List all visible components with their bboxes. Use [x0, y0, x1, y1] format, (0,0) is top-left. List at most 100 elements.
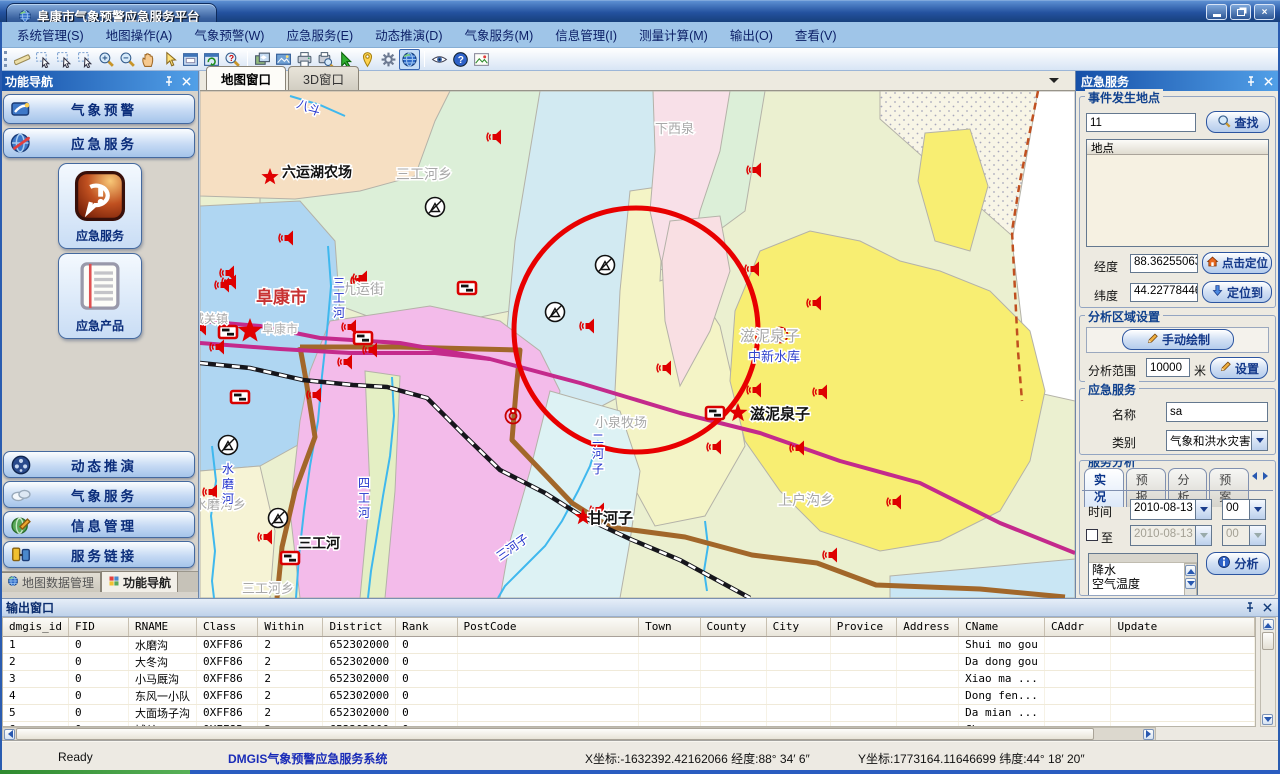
station-flag-marker[interactable]: [458, 282, 476, 294]
column-header[interactable]: Town: [639, 618, 700, 636]
column-header[interactable]: RNAME: [129, 618, 197, 636]
close-button[interactable]: ×: [1254, 4, 1275, 20]
spring-symbol-marker[interactable]: [596, 256, 615, 275]
table-row[interactable]: 40东风一小队0XFF8626523020000Dong fen...: [3, 687, 1255, 704]
list-scrollbar[interactable]: [1184, 563, 1197, 596]
close-icon[interactable]: [1261, 75, 1275, 88]
table-horizontal-scrollbar[interactable]: [2, 727, 1156, 741]
table-row[interactable]: 10水磨沟0XFF8626523020000Shui mo gou: [3, 636, 1255, 653]
shortcut-1[interactable]: 应急产品: [58, 253, 142, 339]
left-tab[interactable]: 功能导航: [101, 571, 178, 592]
latitude-value-field[interactable]: 44.22778446: [1130, 283, 1198, 302]
service-name-input[interactable]: [1166, 402, 1268, 422]
column-header[interactable]: CAddr: [1044, 618, 1111, 636]
table-row[interactable]: 20大冬沟0XFF8626523020000Da dong gou: [3, 653, 1255, 670]
nav-group-0[interactable]: 气象预警: [3, 94, 195, 124]
search-button[interactable]: 查找: [1206, 111, 1270, 133]
column-header[interactable]: City: [766, 618, 830, 636]
menu-item[interactable]: 测量计算(M): [628, 21, 719, 48]
column-header[interactable]: Address: [897, 618, 959, 636]
nav-group-bottom-2[interactable]: 信息管理: [3, 511, 195, 538]
select-area-tool-icon[interactable]: [54, 49, 75, 70]
to-date-checkbox[interactable]: [1086, 529, 1098, 541]
menu-item[interactable]: 动态推演(D): [364, 21, 453, 48]
pin-icon[interactable]: [1244, 75, 1258, 88]
select-pointer-tool-icon[interactable]: [75, 49, 96, 70]
station-flag-marker[interactable]: [354, 332, 372, 344]
location-result-list[interactable]: 地点: [1086, 139, 1269, 247]
menu-item[interactable]: 系统管理(S): [6, 21, 95, 48]
column-header[interactable]: County: [700, 618, 766, 636]
service-type-combo[interactable]: 气象和洪水灾害: [1166, 430, 1268, 451]
left-tab[interactable]: 地图数据管理: [0, 572, 101, 592]
pin-icon[interactable]: [162, 75, 176, 88]
nav-group-bottom-3[interactable]: 服务链接: [3, 541, 195, 568]
hour2-combo-disabled[interactable]: 00: [1222, 525, 1266, 546]
spring-symbol-marker[interactable]: [426, 198, 445, 217]
select-rect-tool-icon[interactable]: [33, 49, 54, 70]
toolbar-grip[interactable]: [4, 51, 8, 67]
analysis-range-input[interactable]: [1146, 358, 1190, 377]
spring-symbol-marker[interactable]: [269, 509, 288, 528]
element-list-item[interactable]: 空气温度: [1089, 577, 1197, 591]
table-row[interactable]: 30小马厩沟0XFF8626523020000Xiao ma ...: [3, 670, 1255, 687]
settings-tool-icon[interactable]: [378, 49, 399, 70]
column-header[interactable]: District: [323, 618, 396, 636]
menu-item[interactable]: 查看(V): [784, 21, 848, 48]
date-combo[interactable]: 2010-08-13: [1130, 499, 1212, 520]
longitude-value-field[interactable]: 88.36255063: [1130, 254, 1198, 273]
element-list-item[interactable]: 降水: [1089, 563, 1197, 577]
column-header[interactable]: CName: [959, 618, 1045, 636]
combo-dropdown-icon[interactable]: [1251, 431, 1267, 450]
nav-group-bottom-0[interactable]: 动态推演: [3, 451, 195, 478]
column-header[interactable]: Rank: [396, 618, 457, 636]
close-icon[interactable]: [179, 75, 193, 88]
column-header[interactable]: Class: [197, 618, 258, 636]
nav-group-bottom-1[interactable]: 气象服务: [3, 481, 195, 508]
close-icon[interactable]: [1260, 601, 1274, 614]
set-range-button[interactable]: 设置: [1210, 357, 1268, 379]
zoom-out-tool-icon[interactable]: [117, 49, 138, 70]
minimize-button[interactable]: [1206, 4, 1227, 20]
column-header[interactable]: PostCode: [457, 618, 639, 636]
column-header[interactable]: FID: [68, 618, 128, 636]
menu-item[interactable]: 应急服务(E): [275, 21, 364, 48]
measure-tool-icon[interactable]: [12, 49, 33, 70]
station-flag-marker[interactable]: [219, 326, 237, 338]
station-flag-marker[interactable]: [281, 552, 299, 564]
shortcut-0[interactable]: 应急服务: [58, 163, 142, 249]
map-canvas[interactable]: 六运湖农场三工河乡下西泉九运街阜康市城关镇阜康市滋泥泉子中新水库滋泥泉子小泉牧场…: [200, 91, 1075, 598]
table-vertical-scrollbar[interactable]: [1260, 617, 1276, 727]
pointer-tool-icon[interactable]: [159, 49, 180, 70]
map-tab[interactable]: 3D窗口: [288, 66, 359, 90]
analyze-button[interactable]: 分析: [1206, 552, 1270, 575]
window-list-dropdown-icon[interactable]: [1049, 78, 1059, 88]
pan-tool-icon[interactable]: [138, 49, 159, 70]
menu-item[interactable]: 输出(O): [719, 21, 784, 48]
click-locate-button[interactable]: 点击定位: [1202, 252, 1272, 274]
column-header[interactable]: dmgis_id: [3, 618, 68, 636]
column-header[interactable]: Within: [258, 618, 323, 636]
date2-combo-disabled[interactable]: 2010-08-13: [1130, 525, 1212, 546]
map-tab[interactable]: 地图窗口: [206, 66, 286, 90]
table-row[interactable]: 50大面场子沟0XFF8626523020000Da mian ...: [3, 704, 1255, 721]
station-flag-marker[interactable]: [706, 407, 724, 419]
help-tool-icon[interactable]: ?: [450, 49, 471, 70]
restore-button[interactable]: [1230, 4, 1251, 20]
analysis-tab[interactable]: 实况: [1084, 468, 1124, 507]
zoom-in-tool-icon[interactable]: [96, 49, 117, 70]
nav-group-1[interactable]: 应急服务: [3, 128, 195, 158]
spring-symbol-marker[interactable]: [546, 303, 565, 322]
location-search-input[interactable]: [1086, 113, 1196, 132]
eye-tool-icon[interactable]: [429, 49, 450, 70]
column-header[interactable]: Provice: [830, 618, 896, 636]
picture-tool-icon[interactable]: [471, 49, 492, 70]
menu-item[interactable]: 地图操作(A): [95, 21, 184, 48]
full-extent-tool-icon[interactable]: [180, 49, 201, 70]
location-list-header[interactable]: 地点: [1087, 140, 1268, 155]
marker-pin-tool-icon[interactable]: [357, 49, 378, 70]
manual-draw-button[interactable]: 手动绘制: [1122, 329, 1234, 350]
tab-scroll-arrows[interactable]: [1248, 472, 1272, 480]
element-list[interactable]: 降水空气温度: [1088, 553, 1198, 596]
menu-item[interactable]: 信息管理(I): [544, 21, 628, 48]
